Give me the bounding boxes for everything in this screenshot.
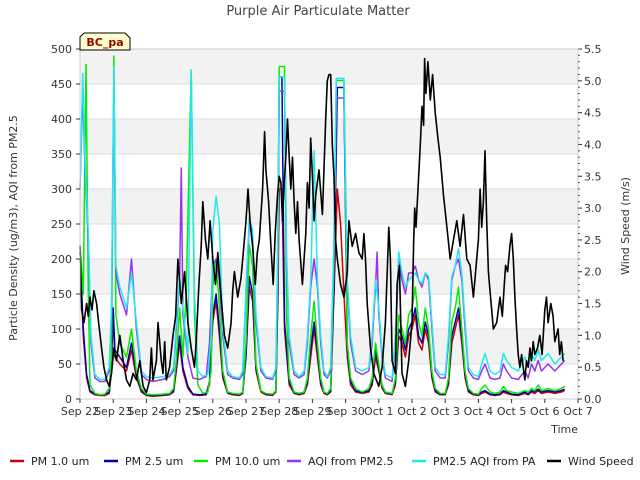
- left-tick-label: 350: [51, 148, 72, 161]
- right-tick-label: 4.0: [584, 138, 602, 151]
- right-tick-label: 2.0: [584, 266, 602, 279]
- right-axis-label: Wind Speed (m/s): [619, 177, 632, 275]
- left-axis-label: Particle Density (ug/m3), AQI from PM2.5: [7, 115, 20, 341]
- site-label-box: BC_pa: [79, 32, 131, 51]
- right-tick-label: 5.0: [584, 75, 602, 88]
- right-tick-label: 5.5: [584, 43, 602, 56]
- right-tick-label: 2.5: [584, 234, 602, 247]
- plot-background: [80, 48, 578, 400]
- right-tick-label: 4.5: [584, 107, 602, 120]
- particulate-chart: Purple Air Particulate Matter Sep 22Sep …: [7, 4, 634, 468]
- left-tick-label: 400: [51, 113, 72, 126]
- right-tick-label: 1.5: [584, 298, 602, 311]
- right-tick-label: 0.0: [584, 393, 602, 406]
- band: [80, 119, 578, 154]
- left-tick-label: 50: [58, 358, 72, 371]
- band: [80, 49, 578, 84]
- left-axis-ticks: 0 50 100 150 200 250 300 350 400 450 500: [51, 43, 80, 406]
- right-tick-label: 3.0: [584, 202, 602, 215]
- x-tick-label: Oct 4: [464, 405, 494, 418]
- legend-label: Wind Speed: [568, 455, 634, 468]
- legend-label: AQI from PM2.5: [308, 455, 393, 468]
- legend-label: PM 1.0 um: [31, 455, 89, 468]
- legend-label: PM 2.5 um: [125, 455, 183, 468]
- x-tick-label: Sep 30: [326, 405, 364, 418]
- site-label: BC_pa: [86, 36, 123, 49]
- x-tick-label: Oct 6: [530, 405, 560, 418]
- legend-label: PM 10.0 um: [215, 455, 280, 468]
- left-tick-label: 100: [51, 323, 72, 336]
- left-tick-label: 300: [51, 183, 72, 196]
- legend-label: PM2.5 AQI from PA: [433, 455, 536, 468]
- x-tick-label: Oct 3: [430, 405, 460, 418]
- x-tick-label: Oct 5: [497, 405, 527, 418]
- right-tick-label: 3.5: [584, 170, 602, 183]
- x-axis-label: Time: [550, 423, 578, 436]
- band: [80, 189, 578, 224]
- x-tick-label: Oct 2: [397, 405, 427, 418]
- left-tick-label: 150: [51, 288, 72, 301]
- left-tick-label: 0: [65, 393, 72, 406]
- left-tick-label: 200: [51, 253, 72, 266]
- right-axis-ticks: 0.0 0.5 1.0 1.5 2.0 2.5 3.0 3.5 4.0 4.5 5.0 5.5: [578, 43, 602, 406]
- x-tick-label: Oct 7: [563, 405, 593, 418]
- right-tick-label: 1.0: [584, 329, 602, 342]
- left-tick-label: 450: [51, 78, 72, 91]
- band: [80, 329, 578, 364]
- x-axis-ticks: Sep 22Sep 23Sep 24Sep 25Sep 26Sep 27Sep …: [61, 399, 593, 418]
- left-tick-label: 250: [51, 218, 72, 231]
- legend: PM 1.0 um PM 2.5 um PM 10.0 um AQI from PM2…: [10, 455, 634, 468]
- left-tick-label: 500: [51, 43, 72, 56]
- chart-title: Purple Air Particulate Matter: [226, 4, 410, 19]
- right-tick-label: 0.5: [584, 361, 602, 374]
- x-tick-label: Oct 1: [364, 405, 394, 418]
